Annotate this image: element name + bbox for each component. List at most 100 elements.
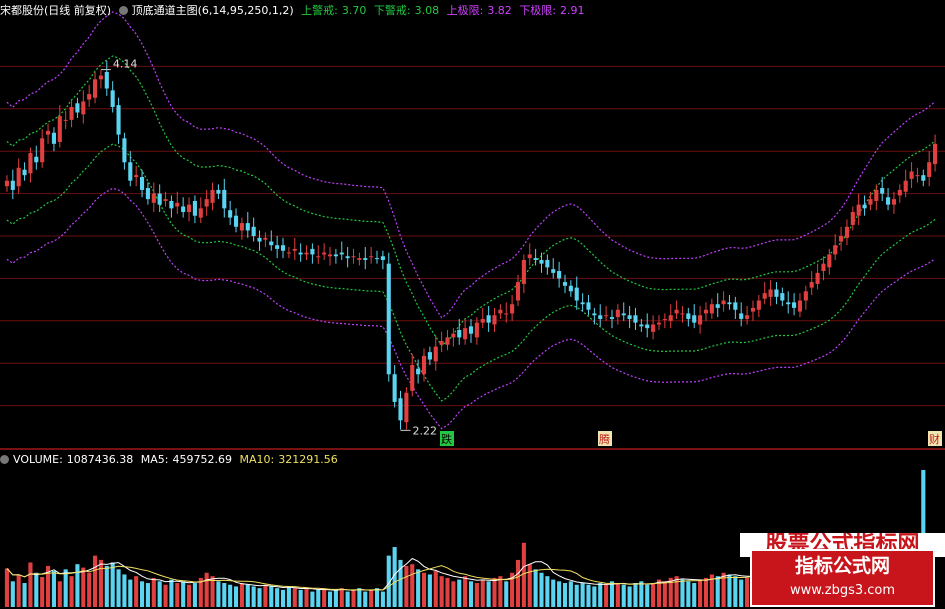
volume-bar xyxy=(122,574,127,607)
volume-bar xyxy=(592,586,597,607)
candle-body xyxy=(486,315,491,323)
candle-body xyxy=(245,223,250,231)
candle-body xyxy=(662,318,667,320)
volume-bar xyxy=(351,589,356,607)
candle-body xyxy=(756,300,761,310)
candle-body xyxy=(786,302,791,305)
candle-body xyxy=(504,313,509,315)
volume-bar xyxy=(257,588,262,607)
volume-bar xyxy=(733,576,738,607)
candle-body xyxy=(510,304,515,314)
candle-body xyxy=(34,156,39,163)
volume-bar xyxy=(574,584,579,607)
candle-body xyxy=(222,189,227,209)
candle-body xyxy=(40,138,45,163)
candle-body xyxy=(310,248,315,255)
volume-bar xyxy=(703,577,709,607)
candle-body xyxy=(228,210,233,218)
volume-bar xyxy=(322,588,327,607)
volume-bar xyxy=(539,572,544,607)
candle-body xyxy=(868,199,873,205)
candle-body xyxy=(698,315,703,325)
volume-bar xyxy=(598,583,603,607)
volume-bar xyxy=(527,564,532,607)
candle-body xyxy=(668,315,673,321)
candle-body xyxy=(750,307,756,312)
candle-body xyxy=(498,309,503,314)
indicator-name[interactable]: 顶底通道主图(6,14,95,250,1,2) xyxy=(132,4,294,17)
candle-body xyxy=(803,291,808,301)
volume-bar xyxy=(421,572,427,607)
candle-body xyxy=(192,200,197,216)
candle-body xyxy=(439,341,444,345)
watermark-url: www.zbgs3.com xyxy=(789,583,896,598)
volume-bar xyxy=(280,589,286,607)
volume-bar xyxy=(104,565,109,607)
volume-bar xyxy=(609,581,615,607)
volume-bar xyxy=(627,586,632,607)
candle-body xyxy=(897,189,902,196)
candle-body xyxy=(609,317,615,319)
volume-bar xyxy=(674,576,679,607)
volume-bar xyxy=(40,577,45,607)
volume-bar xyxy=(204,572,209,607)
candle-body xyxy=(809,282,814,288)
candle-body xyxy=(715,304,720,308)
candle-body xyxy=(404,392,409,423)
candle-body xyxy=(539,259,544,264)
volume-bar xyxy=(98,559,103,607)
volume-bar xyxy=(316,589,321,607)
candle-body xyxy=(586,302,591,310)
candle-body xyxy=(604,315,609,317)
candle-body xyxy=(81,101,86,115)
volume-bar xyxy=(63,569,68,607)
candle-body xyxy=(880,188,885,194)
candle-body xyxy=(75,103,80,113)
volume-bar xyxy=(404,565,409,607)
candle-body xyxy=(886,197,891,205)
candle-body xyxy=(286,252,291,254)
volume-bar xyxy=(169,579,174,607)
volume-bar xyxy=(686,581,691,607)
candle-body xyxy=(87,94,92,100)
volume-bar xyxy=(22,583,27,607)
main-chart-header: 宋都股份(日线 前复权) 顶底通道主图(6,14,95,250,1,2) 上警戒… xyxy=(0,2,589,20)
candle-body xyxy=(280,245,286,251)
candle-body xyxy=(850,212,855,225)
stock-name[interactable]: 宋都股份(日线 前复权) xyxy=(0,4,111,17)
volume-bar xyxy=(139,581,145,607)
volume-bar xyxy=(568,581,573,607)
eye-icon[interactable] xyxy=(118,6,128,15)
volume-bar xyxy=(175,583,180,607)
upper-limit-line xyxy=(6,11,936,319)
volume-bar xyxy=(81,567,86,607)
candle-body xyxy=(69,106,74,120)
signal-marker: 腾 xyxy=(599,432,610,446)
candle-body xyxy=(533,258,538,260)
candle-body xyxy=(621,313,626,316)
candle-body xyxy=(275,245,280,249)
candle-body xyxy=(927,162,932,178)
eye-icon[interactable] xyxy=(0,455,9,464)
candle-body xyxy=(433,346,438,362)
candle-body xyxy=(615,309,620,318)
volume-bar xyxy=(87,572,92,607)
candle-body xyxy=(762,293,767,299)
candle-body xyxy=(492,315,497,325)
volume-bar xyxy=(228,584,233,607)
lower-limit-line xyxy=(6,187,936,430)
candle-body xyxy=(651,324,656,332)
watermark-box[interactable]: 指标公式网 www.zbgs3.com xyxy=(750,549,935,607)
candle-body xyxy=(157,193,162,205)
candle-body xyxy=(374,258,380,260)
volume-bar xyxy=(269,586,274,607)
candle-body xyxy=(639,324,644,327)
candle-body xyxy=(463,328,468,340)
volume-bar xyxy=(92,555,98,607)
candle-body xyxy=(827,254,832,268)
candle-body xyxy=(345,256,350,259)
volume-bar xyxy=(580,583,585,607)
volume-bar xyxy=(474,583,479,607)
candle-body xyxy=(592,313,597,316)
candle-body xyxy=(844,226,850,238)
